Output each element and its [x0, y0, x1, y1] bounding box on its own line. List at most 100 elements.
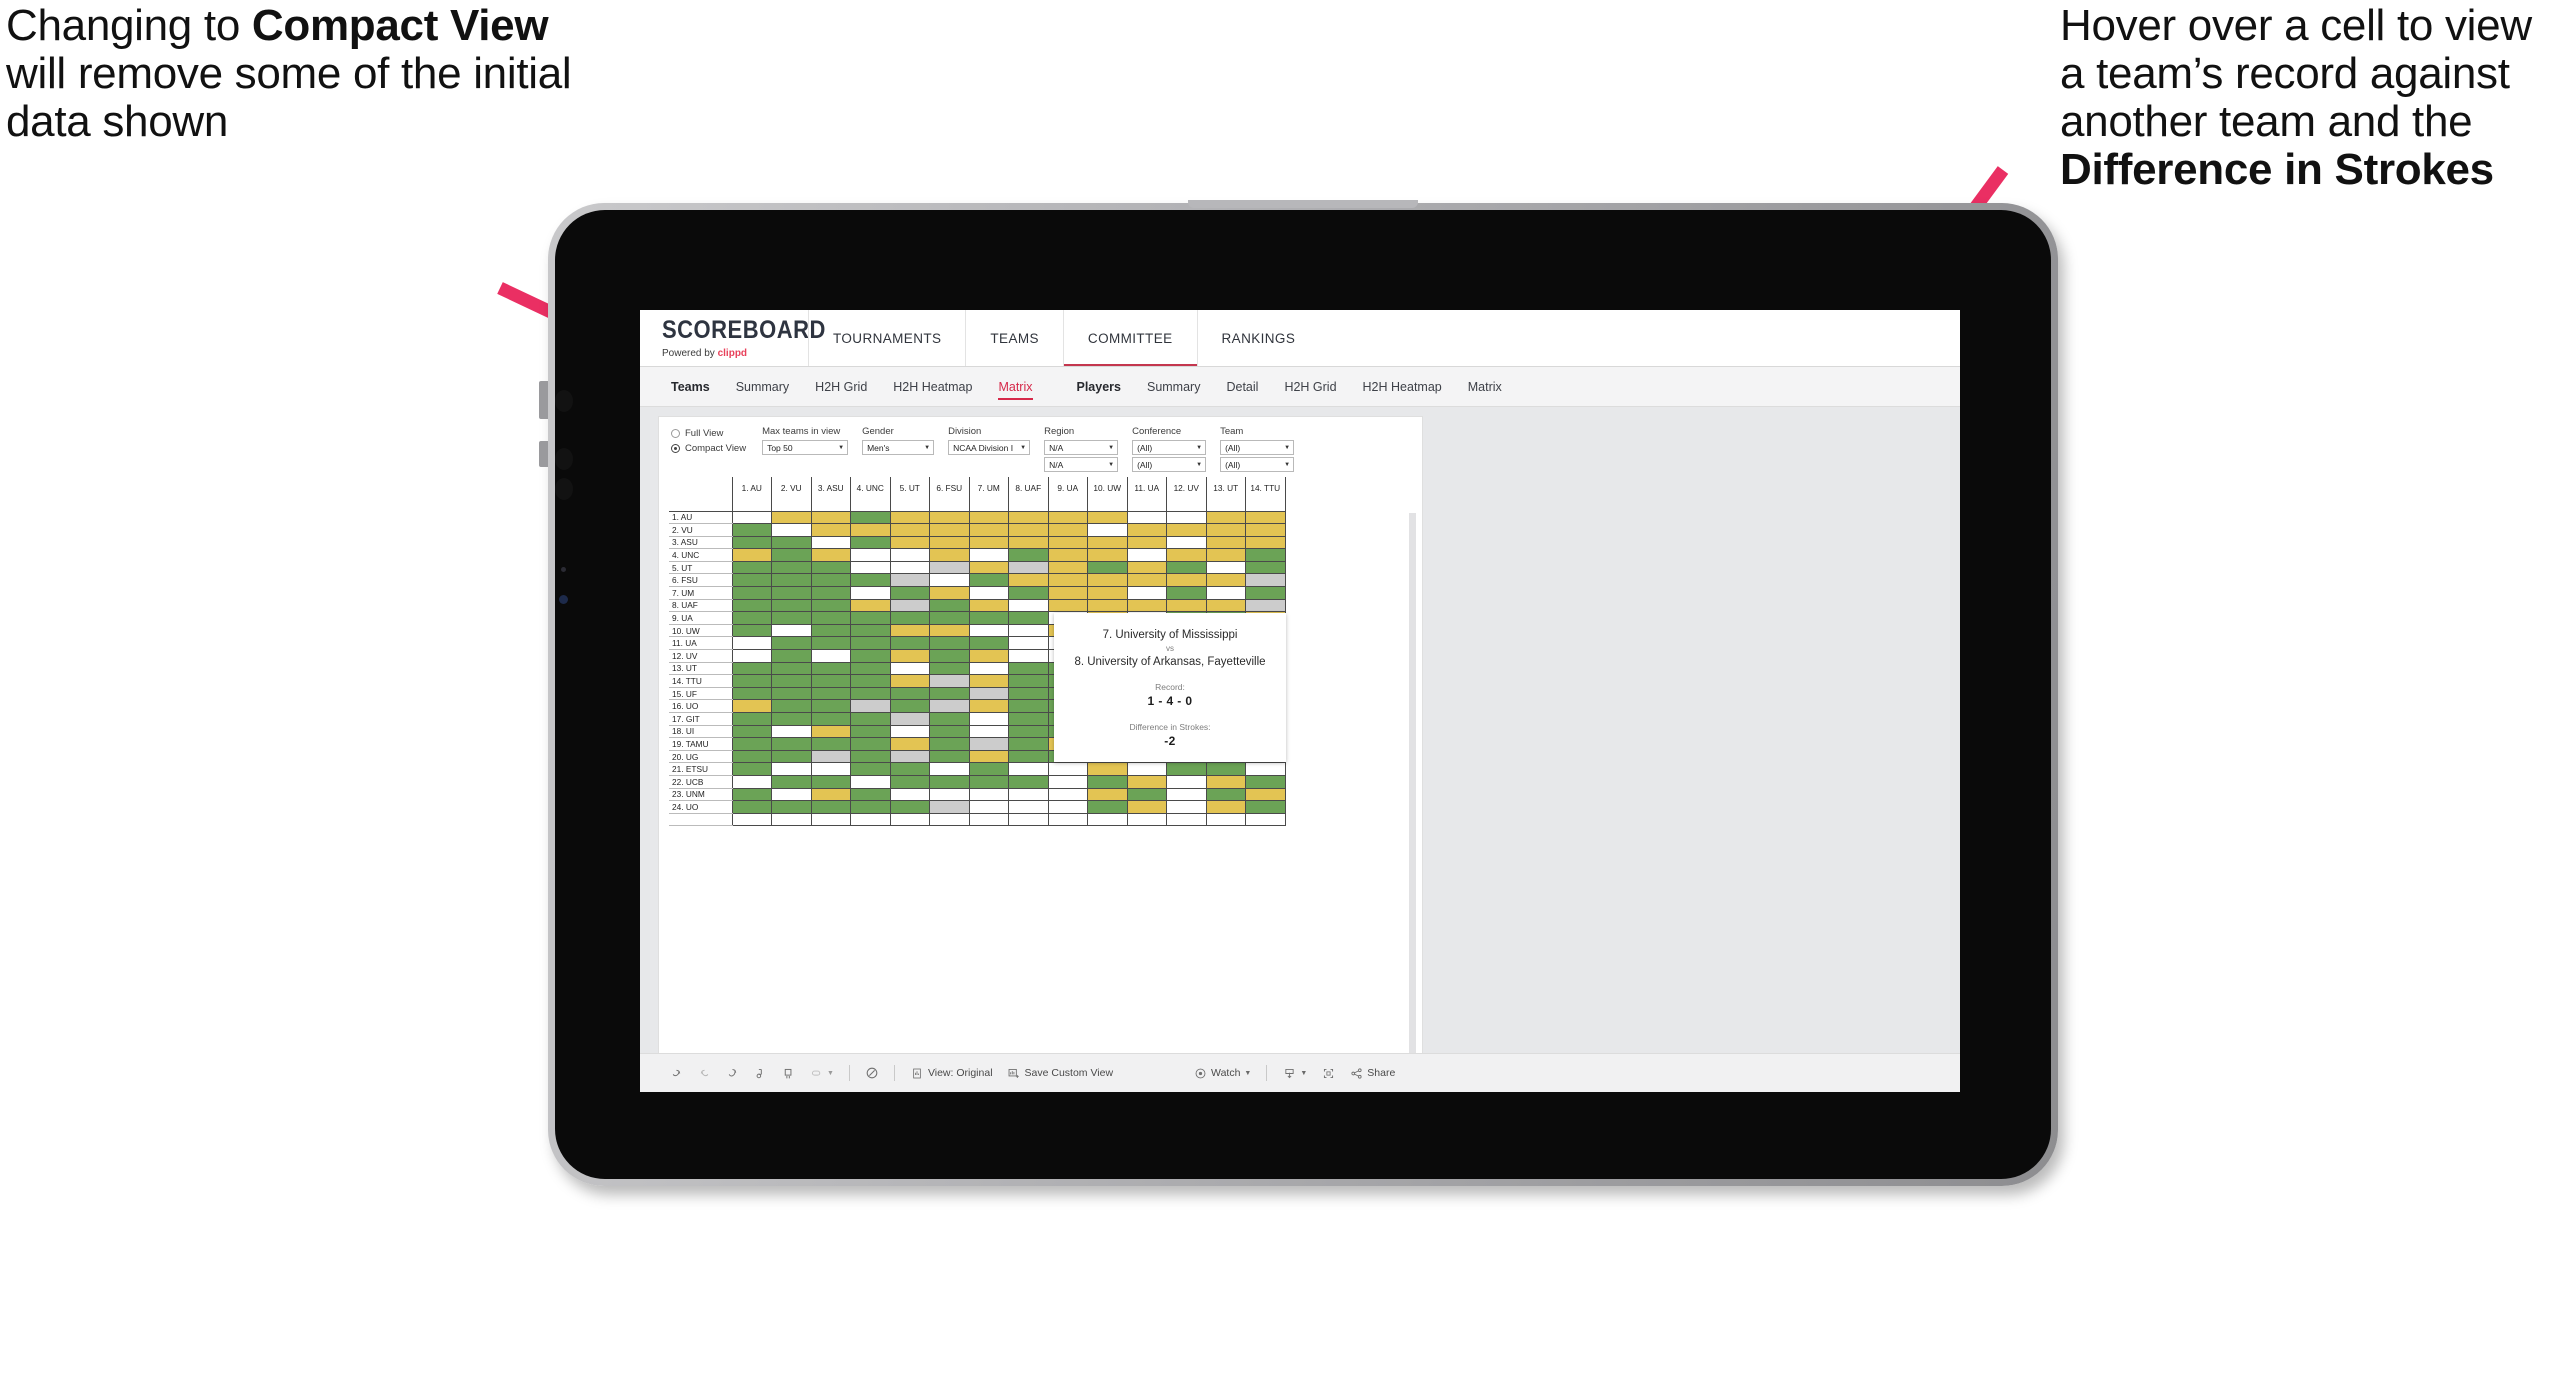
matrix-cell[interactable] [969, 561, 1009, 575]
matrix-cell[interactable] [811, 674, 851, 688]
matrix-cell[interactable] [929, 813, 970, 827]
matrix-cell[interactable] [850, 599, 891, 613]
matrix-cell[interactable] [850, 674, 891, 688]
matrix-cell[interactable] [1127, 788, 1167, 802]
matrix-row-header[interactable]: 11. UA [669, 636, 733, 651]
matrix-cell[interactable] [929, 599, 970, 613]
matrix-cell[interactable] [890, 775, 930, 789]
matrix-cell[interactable] [771, 699, 812, 713]
matrix-cell[interactable] [890, 548, 930, 562]
matrix-cell[interactable] [1008, 737, 1049, 751]
matrix-cell[interactable] [929, 662, 970, 676]
matrix-cell[interactable] [1245, 536, 1286, 550]
matrix-cell[interactable] [969, 611, 1009, 625]
matrix-cell[interactable] [732, 737, 772, 751]
select-conference-1[interactable]: (All) ▼ [1132, 440, 1207, 455]
matrix-cell[interactable] [732, 548, 772, 562]
matrix-col-header[interactable]: 6. FSU [929, 477, 970, 512]
matrix-cell[interactable] [732, 813, 772, 827]
matrix-cell[interactable] [1008, 636, 1049, 651]
matrix-cell[interactable] [850, 775, 891, 789]
matrix-cell[interactable] [1127, 813, 1167, 827]
matrix-cell[interactable] [1048, 813, 1088, 827]
matrix-cell[interactable] [969, 762, 1009, 776]
matrix-cell[interactable] [1206, 813, 1246, 827]
download-button[interactable]: ▼ [1275, 1066, 1314, 1080]
matrix-cell[interactable] [1087, 536, 1128, 550]
matrix-cell[interactable] [1008, 788, 1049, 802]
matrix-cell[interactable] [929, 636, 970, 651]
matrix-cell[interactable] [1008, 699, 1049, 713]
topnav-item-teams[interactable]: TEAMS [965, 310, 1063, 366]
matrix-cell[interactable] [1008, 775, 1049, 789]
matrix-cell[interactable] [1008, 611, 1049, 625]
matrix-cell[interactable] [771, 561, 812, 575]
matrix-cell[interactable] [1166, 800, 1207, 814]
matrix-cell[interactable] [929, 573, 970, 588]
matrix-cell[interactable] [890, 687, 930, 701]
matrix-cell[interactable] [811, 624, 851, 638]
matrix-cell[interactable] [1166, 561, 1207, 575]
radio-compact-view[interactable]: Compact View [671, 443, 746, 454]
matrix-cell[interactable] [811, 586, 851, 600]
matrix-cell[interactable] [811, 750, 851, 764]
matrix-cell[interactable] [1008, 573, 1049, 588]
matrix-cell[interactable] [771, 674, 812, 688]
subtab-teams-h2h-grid[interactable]: H2H Grid [802, 367, 880, 406]
matrix-cell[interactable] [969, 788, 1009, 802]
matrix-cell[interactable] [1008, 800, 1049, 814]
matrix-cell[interactable] [771, 511, 812, 525]
matrix-cell[interactable] [929, 725, 970, 739]
matrix-cell[interactable] [1245, 599, 1286, 613]
matrix-col-header[interactable]: 1. AU [732, 477, 772, 512]
matrix-cell[interactable] [771, 725, 812, 739]
matrix-cell[interactable] [1048, 586, 1088, 600]
matrix-cell[interactable] [969, 699, 1009, 713]
matrix-cell[interactable] [969, 511, 1009, 525]
matrix-row-header[interactable]: 14. TTU [669, 674, 733, 688]
matrix-cell[interactable] [811, 712, 851, 726]
matrix-cell[interactable] [1008, 649, 1049, 663]
matrix-cell[interactable] [929, 548, 970, 562]
matrix-cell[interactable] [929, 511, 970, 525]
matrix-cell[interactable] [850, 712, 891, 726]
matrix-cell[interactable] [732, 762, 772, 776]
undo-button[interactable] [662, 1066, 690, 1080]
matrix-row-header[interactable]: 8. UAF [669, 599, 733, 613]
matrix-cell[interactable] [732, 624, 772, 638]
matrix-cell[interactable] [771, 800, 812, 814]
matrix-cell[interactable] [1008, 750, 1049, 764]
matrix-cell[interactable] [929, 737, 970, 751]
matrix-cell[interactable] [771, 813, 812, 827]
matrix-cell[interactable] [890, 750, 930, 764]
matrix-cell[interactable] [1048, 788, 1088, 802]
matrix-row-header[interactable]: 15. UF [669, 687, 733, 701]
matrix-cell[interactable] [1048, 573, 1088, 588]
matrix-cell[interactable] [1206, 523, 1246, 537]
matrix-cell[interactable] [1166, 599, 1207, 613]
matrix-cell[interactable] [1087, 813, 1128, 827]
matrix-col-header[interactable]: 13. UT [1206, 477, 1246, 512]
matrix-cell[interactable] [771, 788, 812, 802]
pause-button[interactable] [774, 1066, 802, 1080]
matrix-cell[interactable] [969, 573, 1009, 588]
matrix-row-header[interactable]: 1. AU [669, 511, 733, 525]
matrix-cell[interactable] [890, 762, 930, 776]
matrix-cell[interactable] [929, 674, 970, 688]
matrix-cell[interactable] [969, 649, 1009, 663]
matrix-cell[interactable] [732, 800, 772, 814]
matrix-cell[interactable] [890, 636, 930, 651]
matrix-cell[interactable] [929, 536, 970, 550]
matrix-cell[interactable] [771, 775, 812, 789]
matrix-cell[interactable] [890, 674, 930, 688]
matrix-cell[interactable] [1206, 788, 1246, 802]
matrix-cell[interactable] [732, 611, 772, 625]
subtab-players-summary[interactable]: Summary [1134, 367, 1213, 406]
matrix-col-header[interactable]: 5. UT [890, 477, 930, 512]
matrix-cell[interactable] [890, 511, 930, 525]
matrix-cell[interactable] [811, 523, 851, 537]
matrix-cell[interactable] [1087, 573, 1128, 588]
matrix-cell[interactable] [732, 662, 772, 676]
matrix-cell[interactable] [1008, 687, 1049, 701]
matrix-cell[interactable] [811, 788, 851, 802]
